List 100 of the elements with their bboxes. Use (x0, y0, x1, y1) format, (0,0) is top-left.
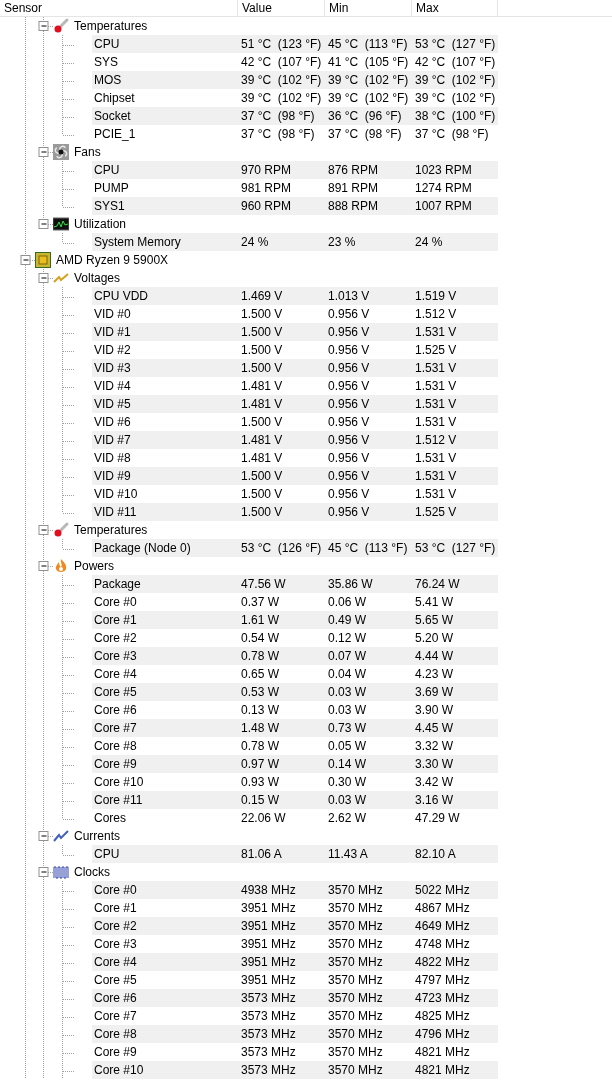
min-cell: 0.956 V (325, 503, 412, 521)
value-cell: 0.78 W (238, 647, 325, 665)
sensor-name: Core #1 (92, 611, 238, 629)
min-cell: 3570 MHz (325, 1025, 412, 1043)
sensor-name: CPU (92, 161, 238, 179)
group-name[interactable]: Fans (74, 143, 101, 161)
collapse-toggle[interactable] (38, 21, 49, 31)
max-cell-text: 1274 RPM (414, 180, 473, 197)
max-cell: 24 % (412, 233, 498, 251)
sensor-name: CPU (92, 845, 238, 863)
sensor-name: Core #5 (93, 972, 138, 989)
min-cell-text: 37 °C (98 °F) (327, 126, 403, 143)
thermometer-icon (53, 18, 69, 34)
min-cell: 0.956 V (325, 359, 412, 377)
collapse-toggle[interactable] (38, 561, 49, 571)
min-cell-text: 0.956 V (327, 450, 371, 467)
column-header[interactable]: Max (412, 0, 498, 16)
value-cell-text: 22.06 W (240, 810, 287, 827)
min-cell-text: 0.956 V (327, 306, 371, 323)
max-cell: 5.65 W (412, 611, 498, 629)
collapse-toggle[interactable] (38, 525, 49, 535)
sensor-name: Core #9 (92, 755, 238, 773)
min-cell-text: 0.30 W (327, 774, 367, 791)
sensor-name: Core #3 (92, 647, 238, 665)
value-cell-text: 1.500 V (240, 342, 284, 359)
sensor-name: Core #0 (92, 881, 238, 899)
min-cell: 35.86 W (325, 575, 412, 593)
value-cell-text: 3951 MHz (240, 972, 297, 989)
group-name[interactable]: Voltages (74, 269, 121, 287)
collapse-toggle[interactable] (38, 867, 49, 877)
group-name[interactable]: Currents (74, 827, 120, 845)
max-cell-text: 1.525 V (414, 342, 458, 359)
max-cell: 1.512 V (412, 431, 498, 449)
column-header[interactable]: Sensor (0, 0, 238, 16)
column-header[interactable]: Min (325, 0, 412, 16)
max-cell-text: 1.531 V (414, 486, 458, 503)
group-name[interactable]: Clocks (74, 863, 110, 881)
value-cell: 3951 MHz (238, 917, 325, 935)
max-cell-text: 4797 MHz (414, 972, 471, 989)
min-cell-text: 41 °C (105 °F) (327, 54, 410, 71)
min-cell-text: 0.03 W (327, 702, 367, 719)
min-cell: 0.73 W (325, 719, 412, 737)
min-cell-text: 3570 MHz (327, 972, 384, 989)
sensor-name: VID #10 (93, 486, 139, 503)
collapse-toggle[interactable] (38, 273, 49, 283)
sensor-name: VID #9 (92, 467, 238, 485)
sensor-name: PUMP (93, 180, 130, 197)
value-cell-text: 0.37 W (240, 594, 280, 611)
group-name[interactable]: Temperatures (74, 521, 148, 539)
max-cell-text: 1.531 V (414, 378, 458, 395)
collapse-toggle[interactable] (38, 831, 49, 841)
collapse-toggle[interactable] (20, 255, 31, 265)
min-cell: 36 °C (96 °F) (325, 107, 412, 125)
max-cell: 4.45 W (412, 719, 498, 737)
min-cell: 3570 MHz (325, 989, 412, 1007)
max-cell-text: 3.90 W (414, 702, 454, 719)
sensor-name: Core #10 (92, 1061, 238, 1079)
sensor-name: SYS1 (92, 197, 238, 215)
thermometer-icon (53, 522, 69, 538)
collapse-toggle[interactable] (38, 147, 49, 157)
flame-icon (53, 558, 69, 574)
sensor-name: Core #5 (92, 683, 238, 701)
max-cell: 4821 MHz (412, 1061, 498, 1079)
max-cell-text: 1.531 V (414, 414, 458, 431)
max-cell-text: 3.32 W (414, 738, 454, 755)
value-cell-text: 1.500 V (240, 486, 284, 503)
max-cell: 1.531 V (412, 323, 498, 341)
min-cell: 0.956 V (325, 323, 412, 341)
zigzag-icon (53, 828, 69, 844)
value-cell: 37 °C (98 °F) (238, 107, 325, 125)
sensor-name: CPU (92, 35, 238, 53)
min-cell: 45 °C (113 °F) (325, 539, 412, 557)
sensor-name: Core #8 (93, 738, 138, 755)
value-cell-text: 3951 MHz (240, 936, 297, 953)
sensor-name: Chipset (93, 90, 136, 107)
sensor-name: VID #11 (92, 503, 238, 521)
column-header[interactable]: Value (238, 0, 325, 16)
group-name[interactable]: Powers (74, 557, 114, 575)
sensor-name: System Memory (92, 233, 238, 251)
max-cell-text: 4.23 W (414, 666, 454, 683)
max-cell: 1.531 V (412, 359, 498, 377)
collapse-toggle[interactable] (38, 219, 49, 229)
group-name[interactable]: Temperatures (74, 17, 148, 35)
value-cell-text: 37 °C (98 °F) (240, 126, 316, 143)
sensor-name: Core #2 (92, 917, 238, 935)
sensor-name: Core #2 (93, 630, 138, 647)
value-cell-text: 0.54 W (240, 630, 280, 647)
sensor-name: SYS (93, 54, 119, 71)
value-cell: 0.53 W (238, 683, 325, 701)
sensor-name: Core #8 (92, 1025, 238, 1043)
min-cell: 0.03 W (325, 683, 412, 701)
max-cell: 4796 MHz (412, 1025, 498, 1043)
max-cell: 82.10 A (412, 845, 498, 863)
sensor-name: Core #11 (92, 791, 238, 809)
sensor-name: MOS (92, 71, 238, 89)
group-name[interactable]: Utilization (74, 215, 127, 233)
max-cell: 3.69 W (412, 683, 498, 701)
device-name[interactable]: AMD Ryzen 9 5900X (56, 251, 169, 269)
max-cell-text: 4748 MHz (414, 936, 471, 953)
max-cell: 4.44 W (412, 647, 498, 665)
